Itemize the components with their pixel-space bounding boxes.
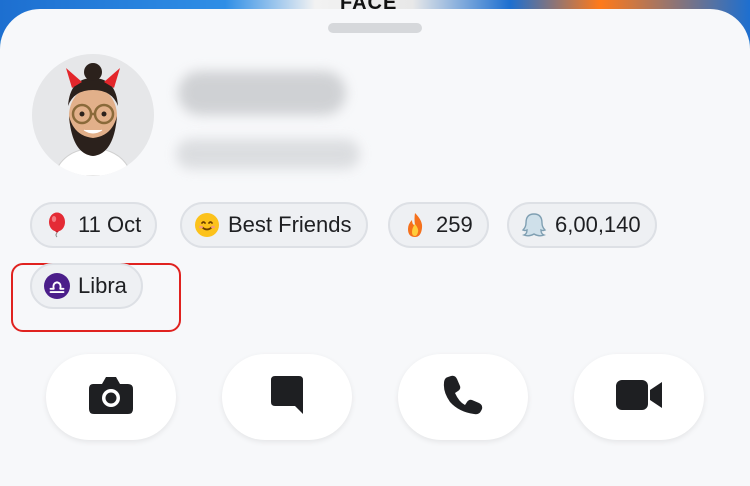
zodiac-chip[interactable]: Libra <box>30 263 143 309</box>
balloon-icon <box>44 212 70 238</box>
video-call-button[interactable] <box>574 354 704 440</box>
ghost-icon <box>521 212 547 238</box>
bitmoji-avatar-icon <box>32 54 154 176</box>
libra-icon <box>44 273 70 299</box>
camera-button[interactable] <box>46 354 176 440</box>
birthday-label: 11 Oct <box>78 212 142 237</box>
profile-sheet: 11 Oct Best Friends 259 6,00,140 Libra <box>0 9 750 486</box>
phone-icon <box>442 374 484 421</box>
drag-handle[interactable] <box>328 23 422 33</box>
friendship-label: Best Friends <box>228 212 352 237</box>
voice-call-button[interactable] <box>398 354 528 440</box>
score-label: 6,00,140 <box>555 212 641 237</box>
avatar[interactable] <box>32 54 154 176</box>
score-chip[interactable]: 6,00,140 <box>507 202 657 248</box>
smiley-icon <box>194 212 220 238</box>
friendship-chip[interactable]: Best Friends <box>180 202 368 248</box>
display-name-redacted <box>178 71 346 115</box>
username-redacted <box>176 139 360 169</box>
video-icon <box>614 377 664 418</box>
zodiac-label: Libra <box>78 273 127 298</box>
birthday-chip[interactable]: 11 Oct <box>30 202 158 248</box>
chat-icon <box>269 374 305 421</box>
chat-button[interactable] <box>222 354 352 440</box>
fire-icon <box>402 212 428 238</box>
camera-icon <box>87 374 135 421</box>
streak-label: 259 <box>436 212 473 237</box>
streak-chip[interactable]: 259 <box>388 202 489 248</box>
